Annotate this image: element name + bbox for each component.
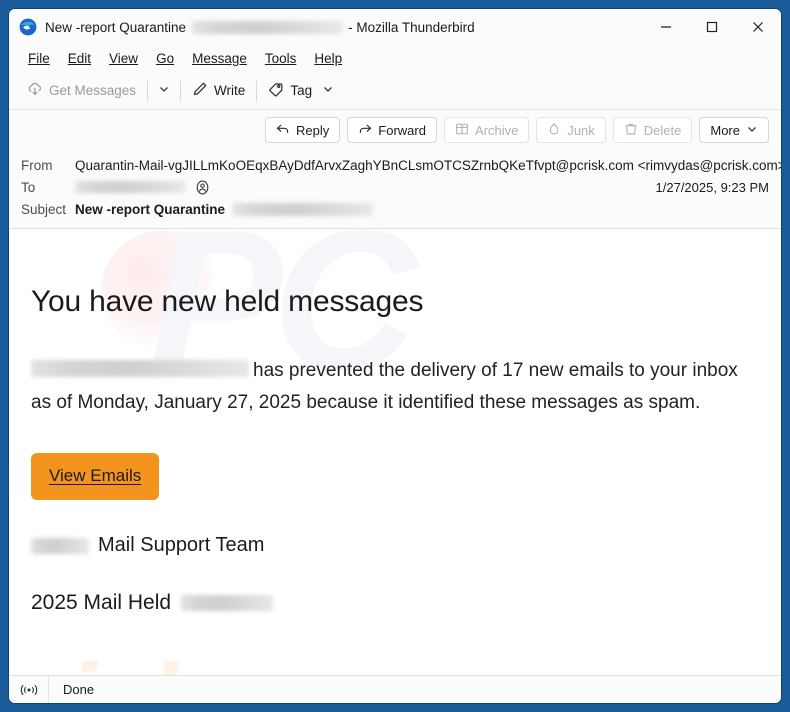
view-emails-button[interactable]: View Emails — [31, 453, 160, 500]
menu-item-view[interactable]: View — [100, 49, 147, 68]
menu-item-help[interactable]: Help — [305, 49, 351, 68]
to-label: To — [21, 179, 36, 195]
close-icon[interactable] — [735, 9, 781, 45]
archive-label: Archive — [474, 122, 519, 138]
to-row: To 1/27/2025, 9:23 PM — [9, 176, 781, 198]
subject-value: New -report Quarantine — [75, 201, 226, 217]
toolbar-divider-1 — [147, 80, 149, 101]
forward-label: Forward — [378, 122, 426, 138]
from-label: From — [21, 157, 53, 173]
window-title-redacted — [192, 20, 343, 34]
menu-item-edit-label: Edit — [67, 51, 92, 66]
desktop-background: New -report Quarantine - Mozilla Thunder… — [0, 0, 790, 712]
footer-text: 2025 Mail Held — [31, 591, 172, 614]
message-date: 1/27/2025, 9:23 PM — [655, 179, 769, 195]
window-controls — [643, 9, 781, 45]
junk-button[interactable]: Junk — [536, 117, 606, 143]
delete-label: Delete — [643, 122, 682, 138]
more-label: More — [710, 122, 740, 138]
status-bar: Done — [9, 675, 781, 703]
more-button[interactable]: More — [699, 117, 769, 143]
menu-item-go[interactable]: Go — [147, 49, 183, 68]
junk-flame-icon — [547, 122, 561, 139]
window-title: New -report Quarantine - Mozilla Thunder… — [45, 20, 475, 35]
watermark-risk: risk.com — [29, 649, 440, 675]
thunderbird-logo-icon — [19, 18, 37, 36]
menu-item-go-label: Go — [156, 51, 175, 66]
window-title-suffix: - Mozilla Thunderbird — [348, 19, 475, 35]
body-heading: You have new held messages — [31, 285, 424, 318]
menu-item-file[interactable]: File — [19, 49, 59, 68]
chevron-down-icon — [158, 82, 170, 100]
window-title-prefix: New -report Quarantine — [45, 19, 187, 35]
chevron-down-icon — [746, 123, 758, 138]
to-value-redacted — [75, 181, 185, 193]
download-cloud-icon — [27, 81, 43, 100]
minimize-icon[interactable] — [643, 9, 689, 45]
trash-icon — [624, 122, 638, 139]
tag-label: Tag — [290, 83, 313, 98]
archive-button[interactable]: Archive — [443, 117, 530, 143]
write-label: Write — [214, 83, 246, 98]
thunderbird-window: New -report Quarantine - Mozilla Thunder… — [8, 8, 782, 704]
menu-item-view-label: View — [109, 51, 139, 66]
contact-avatar-icon[interactable] — [195, 180, 210, 195]
footer-line: 2025 Mail Held — [31, 591, 755, 615]
menu-item-file-label: File — [28, 51, 50, 66]
signature-line: Mail Support Team — [31, 534, 755, 557]
menu-item-help-label: Help — [314, 51, 343, 66]
main-toolbar: Get Messages Write Tag — [9, 72, 781, 110]
watermark-blob-2 — [127, 257, 157, 287]
message-body-content: You have new held messages has prevented… — [31, 285, 755, 615]
pencil-icon — [192, 81, 208, 100]
get-messages-button[interactable]: Get Messages — [19, 77, 144, 104]
footer-redacted — [181, 595, 274, 611]
subject-redacted — [233, 202, 374, 216]
signature-redacted — [31, 537, 89, 554]
menu-item-message-label: Message — [192, 51, 247, 66]
menu-item-edit[interactable]: Edit — [59, 49, 100, 68]
tag-icon — [268, 81, 284, 100]
toolbar-divider-3 — [256, 80, 258, 101]
write-button[interactable]: Write — [184, 77, 253, 104]
chevron-down-icon — [322, 83, 334, 98]
forward-button[interactable]: Forward — [347, 117, 437, 143]
signature-text: Mail Support Team — [98, 534, 265, 556]
menu-item-message[interactable]: Message — [183, 49, 256, 68]
delete-button[interactable]: Delete — [612, 117, 693, 143]
from-row: From Quarantin-Mail-vgJILLmKoOEqxBAyDdfA… — [9, 154, 781, 176]
view-emails-label: View Emails — [49, 466, 142, 485]
get-messages-label: Get Messages — [49, 83, 137, 98]
body-paragraph: has prevented the delivery of 17 new ema… — [31, 355, 743, 419]
menu-item-tools-label: Tools — [264, 51, 297, 66]
subject-row: Subject New -report Quarantine — [9, 198, 781, 220]
forward-arrow-icon — [358, 122, 372, 139]
reply-label: Reply — [296, 122, 330, 138]
message-action-bar: Reply Forward Archive Junk Delete More — [9, 110, 781, 150]
from-value[interactable]: Quarantin-Mail-vgJILLmKoOEqxBAyDdfArvxZa… — [75, 158, 781, 173]
get-messages-dropdown[interactable] — [151, 78, 177, 104]
menu-item-tools[interactable]: Tools — [256, 49, 306, 68]
tag-button[interactable]: Tag — [260, 77, 342, 104]
archive-box-icon — [455, 122, 469, 139]
menu-bar: File Edit View Go Message Tools Help — [9, 45, 781, 72]
junk-label: Junk — [567, 122, 595, 138]
reply-button[interactable]: Reply — [265, 117, 341, 143]
body-paragraph-redacted — [31, 360, 249, 377]
title-bar: New -report Quarantine - Mozilla Thunder… — [9, 9, 781, 45]
reply-arrow-icon — [276, 122, 290, 139]
message-body: PC risk.com You have new held messages h… — [9, 229, 781, 675]
maximize-icon[interactable] — [689, 9, 735, 45]
online-status-icon[interactable] — [9, 676, 49, 703]
subject-label: Subject — [21, 201, 67, 217]
status-text: Done — [63, 682, 95, 697]
toolbar-divider-2 — [180, 80, 182, 101]
message-headers: From Quarantin-Mail-vgJILLmKoOEqxBAyDdfA… — [9, 150, 781, 229]
